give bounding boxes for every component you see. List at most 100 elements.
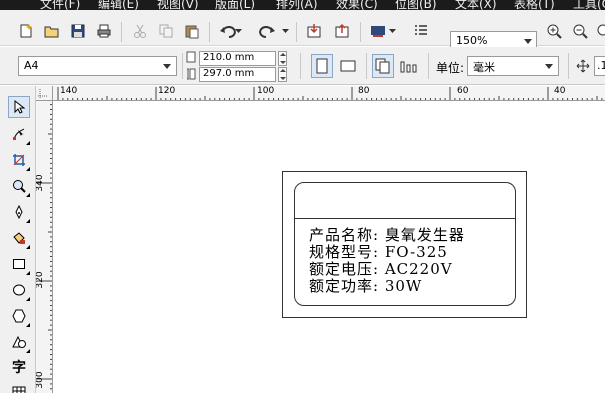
horizontal-ruler-ticks xyxy=(57,87,603,100)
paper-size-select[interactable]: A4 xyxy=(18,56,177,76)
save-icon[interactable] xyxy=(67,20,89,42)
toolbox: 字 xyxy=(0,86,36,393)
app-launcher-icon[interactable] xyxy=(367,20,389,42)
ruler-label: 340 xyxy=(36,174,45,192)
paper-size-value: A4 xyxy=(24,59,39,72)
page-width-stepper[interactable] xyxy=(278,51,287,66)
page-height-value: 297.0 mm xyxy=(203,68,255,79)
portrait-button[interactable] xyxy=(311,54,333,78)
open-icon[interactable] xyxy=(41,20,63,42)
shape-tool-icon[interactable] xyxy=(8,123,30,145)
nudge-distance-icon xyxy=(574,55,592,77)
label-line-power: 额定功率: 30W xyxy=(309,277,423,295)
toolbar-separator xyxy=(428,53,429,79)
ruler-label: 320 xyxy=(36,271,45,289)
toolbar-separator xyxy=(300,53,301,79)
ruler-label: 80 xyxy=(358,86,370,96)
menu-table[interactable]: 表格(T) xyxy=(514,0,555,10)
polygon-tool-icon[interactable] xyxy=(8,305,30,327)
vertical-ruler-ticks xyxy=(37,104,52,390)
ruler-origin-corner[interactable] xyxy=(36,86,53,101)
all-pages-button[interactable] xyxy=(372,54,394,78)
standard-toolbar: 150% xyxy=(0,10,605,51)
nudge-distance-value: .1 xyxy=(597,59,605,72)
menu-arrange[interactable]: 排列(A) xyxy=(276,0,318,10)
label-header-divider xyxy=(295,218,515,219)
product-label-frame[interactable]: 产品名称: 臭氧发生器 规格型号: FO-325 额定电压: AC220V 额定… xyxy=(294,182,516,306)
drawing-canvas[interactable]: 产品名称: 臭氧发生器 规格型号: FO-325 额定电压: AC220V 额定… xyxy=(54,102,605,393)
smart-fill-tool-icon[interactable] xyxy=(8,227,30,249)
page-height-field[interactable]: 297.0 mm xyxy=(199,67,276,82)
menu-text[interactable]: 文本(X) xyxy=(455,0,497,10)
basic-shapes-tool-icon[interactable] xyxy=(8,331,30,353)
vertical-ruler[interactable]: 340 320 300 xyxy=(36,101,53,393)
zoom-out-icon[interactable] xyxy=(569,20,591,42)
crop-tool-icon[interactable] xyxy=(8,149,30,171)
toolbar-separator xyxy=(360,22,361,42)
menu-view[interactable]: 视图(V) xyxy=(157,0,199,10)
toolbar-separator xyxy=(209,22,210,42)
toolbar-separator xyxy=(121,22,122,42)
redo-icon[interactable] xyxy=(256,20,278,42)
text-tool-icon[interactable]: 字 xyxy=(8,356,30,378)
zoom-fit-icon[interactable] xyxy=(595,20,605,42)
undo-dropdown-icon[interactable] xyxy=(234,20,244,42)
chevron-down-icon[interactable] xyxy=(524,39,532,44)
toolbar-separator xyxy=(366,53,367,79)
page-height-stepper[interactable] xyxy=(278,67,287,82)
rectangle-tool-icon[interactable] xyxy=(8,253,30,275)
ruler-label: 140 xyxy=(60,86,78,96)
menu-layout[interactable]: 版面(L) xyxy=(215,0,255,10)
horizontal-ruler[interactable]: 140 120 100 80 60 40 xyxy=(36,86,605,101)
toolbar-separator xyxy=(568,53,569,79)
table-tool-icon[interactable] xyxy=(8,382,30,393)
property-bar: A4 210.0 mm 297.0 mm 单位: 毫米 .1 xyxy=(0,47,605,85)
import-icon[interactable] xyxy=(303,20,325,42)
page-width-value: 210.0 mm xyxy=(203,52,255,63)
page-width-field[interactable]: 210.0 mm xyxy=(199,51,276,66)
cut-icon[interactable] xyxy=(129,20,151,42)
chevron-down-icon[interactable] xyxy=(545,64,553,69)
landscape-button[interactable] xyxy=(337,55,359,77)
menu-bar: 文件(F) 编辑(E) 视图(V) 版面(L) 排列(A) 效果(C) 位图(B… xyxy=(0,0,605,10)
export-icon[interactable] xyxy=(331,20,353,42)
unit-label: 单位: xyxy=(436,61,465,75)
zoom-in-icon[interactable] xyxy=(543,20,565,42)
print-icon[interactable] xyxy=(93,20,115,42)
zoom-tool-icon[interactable] xyxy=(8,175,30,197)
ruler-label: 100 xyxy=(257,86,275,96)
height-icon xyxy=(185,66,197,82)
ruler-label: 300 xyxy=(36,371,45,389)
units-value: 毫米 xyxy=(473,61,495,74)
app-launcher-dropdown-icon[interactable] xyxy=(388,20,398,42)
zoom-level-value: 150% xyxy=(456,34,488,47)
nudge-distance-field[interactable]: .1 xyxy=(594,56,605,76)
menu-file[interactable]: 文件(F) xyxy=(40,0,80,10)
ruler-label: 40 xyxy=(554,86,566,96)
menu-bitmaps[interactable]: 位图(B) xyxy=(395,0,437,10)
ellipse-tool-icon[interactable] xyxy=(8,279,30,301)
current-page-button[interactable] xyxy=(398,55,420,77)
freehand-tool-icon[interactable] xyxy=(8,201,30,223)
copy-icon[interactable] xyxy=(155,20,177,42)
label-line-model: 规格型号: FO-325 xyxy=(309,243,448,261)
redo-dropdown-icon[interactable] xyxy=(281,20,291,42)
width-icon xyxy=(185,49,197,65)
new-icon[interactable] xyxy=(15,20,37,42)
label-line-voltage: 额定电压: AC220V xyxy=(309,260,453,278)
ruler-label: 60 xyxy=(457,86,469,96)
chevron-down-icon[interactable] xyxy=(163,64,171,69)
units-select[interactable]: 毫米 xyxy=(467,56,559,76)
product-label-text[interactable]: 产品名称: 臭氧发生器 规格型号: FO-325 额定电压: AC220V 额定… xyxy=(309,227,465,295)
menu-tools[interactable]: 工具(O) xyxy=(573,0,605,10)
toolbar-separator xyxy=(296,22,297,42)
paste-icon[interactable] xyxy=(181,20,203,42)
toolbar-separator xyxy=(182,53,183,79)
product-label-outline[interactable]: 产品名称: 臭氧发生器 规格型号: FO-325 额定电压: AC220V 额定… xyxy=(282,171,527,318)
coreldraw-window: 文件(F) 编辑(E) 视图(V) 版面(L) 排列(A) 效果(C) 位图(B… xyxy=(0,0,605,393)
pick-tool-icon[interactable] xyxy=(8,96,30,118)
options-icon[interactable] xyxy=(410,20,432,42)
menu-edit[interactable]: 编辑(E) xyxy=(98,0,139,10)
menu-effects[interactable]: 效果(C) xyxy=(336,0,378,10)
label-line-product-name: 产品名称: 臭氧发生器 xyxy=(309,226,465,244)
